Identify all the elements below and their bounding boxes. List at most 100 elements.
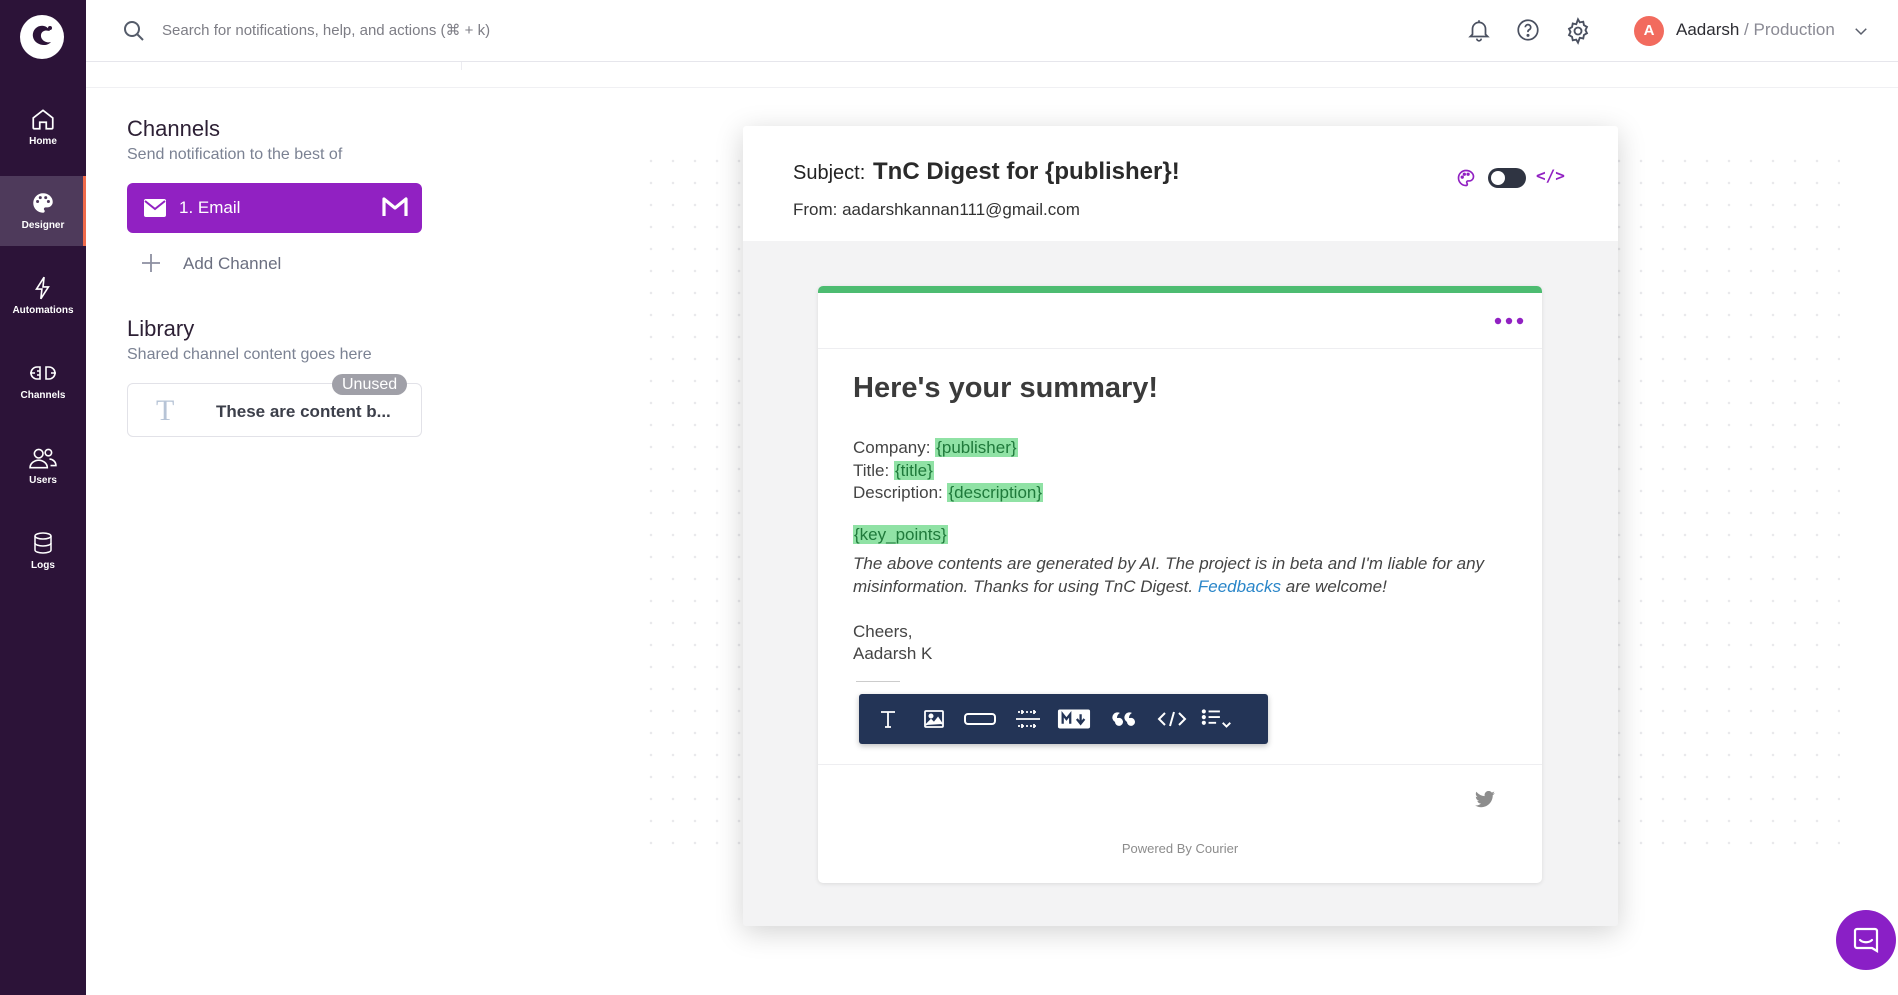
sign-off[interactable]: Cheers, [853,622,913,642]
nav-home-label: Home [29,136,57,147]
header-divider [86,87,1898,88]
environment-name: Production [1753,20,1835,39]
markdown-icon [1057,709,1091,729]
more-options-icon[interactable] [1494,316,1524,326]
divider-icon [1016,710,1040,728]
home-icon [32,109,54,130]
markdown-block-button[interactable] [1057,704,1091,734]
gear-icon[interactable] [1564,17,1592,45]
email-editor: Subject: TnC Digest for {publisher}! Fro… [743,126,1618,926]
button-block-button[interactable] [963,704,997,734]
mail-icon [144,199,166,217]
text-block-icon: T [156,394,175,427]
left-nav: Home Designer Automations Channels Users… [0,0,86,995]
nav-channels[interactable]: Channels [0,346,86,416]
quote-block-button[interactable] [1109,704,1143,734]
library-subtitle: Shared channel content goes here [127,346,372,363]
block-toolbar [859,694,1268,744]
description-label: Description: [853,483,948,502]
description-line[interactable]: Description: {description} [853,483,1044,503]
subject-label: Subject: [793,162,866,184]
company-line[interactable]: Company: {publisher} [853,438,1018,458]
description-variable: {description} [947,483,1044,502]
nav-home[interactable]: Home [0,92,86,162]
quote-icon [1112,712,1135,726]
chevron-down-icon[interactable] [1852,22,1870,40]
signature[interactable]: Aadarsh K [853,644,932,664]
brand-palette-icon[interactable] [1456,168,1476,188]
channels-subtitle: Send notification to the best of [127,146,343,163]
nav-designer-label: Designer [21,220,65,231]
nav-automations-label: Automations [12,305,74,316]
help-icon[interactable] [1515,17,1541,43]
search-input[interactable] [162,18,762,42]
divider-block-button[interactable] [1011,704,1045,734]
nav-logs-label: Logs [31,560,55,571]
top-bar: A Aadarsh / Production [86,0,1898,62]
publisher-variable: {publisher} [935,438,1018,457]
email-channel-label: 1. Email [179,198,241,217]
html-code-icon [1157,711,1187,727]
nav-users-label: Users [29,475,57,486]
plus-icon [142,254,160,272]
feedbacks-link[interactable]: Feedbacks [1198,577,1281,596]
image-block-button[interactable] [917,704,951,734]
company-label: Company: [853,438,936,457]
users-icon [29,448,57,469]
nav-users[interactable]: Users [0,431,86,501]
support-chat-button[interactable] [1836,910,1896,970]
add-channel-label: Add Channel [183,254,282,273]
code-view-toggle[interactable] [1488,168,1526,188]
title-variable: {title} [893,461,934,480]
library-card-text: These are content b... [216,402,391,421]
env-separator: / [1739,20,1754,39]
chat-icon [1853,927,1879,953]
list-chevron-icon [1201,709,1231,728]
nav-channels-label: Channels [20,390,66,401]
nav-automations[interactable]: Automations [0,261,86,331]
title-label: Title: [853,461,894,480]
nav-logs[interactable]: Logs [0,516,86,586]
card-header-divider [818,348,1542,349]
search-icon[interactable] [122,19,146,43]
signature-rule [856,681,900,682]
email-preview-card: Here's your summary! Company: {publisher… [818,286,1542,883]
disclaimer-text: The above contents are generated by AI. … [853,554,1485,596]
gmail-icon [382,197,408,216]
list-block-button[interactable] [1201,704,1235,734]
unused-badge: Unused [332,374,408,395]
disclaimer-paragraph[interactable]: The above contents are generated by AI. … [853,552,1513,598]
plug-icon [30,366,56,380]
palette-icon [33,193,53,213]
card-footer-divider [818,764,1542,765]
header-color-bar [818,286,1542,293]
twitter-icon[interactable] [1474,791,1496,809]
email-channel-button[interactable]: 1. Email [127,183,422,233]
image-icon [924,710,944,728]
button-icon [964,713,996,725]
tab-divider [461,62,462,70]
subject-value[interactable]: TnC Digest for {publisher}! [873,158,1180,186]
html-block-button[interactable] [1155,704,1189,734]
text-block-button[interactable] [871,704,905,734]
library-title: Library [127,316,195,341]
key-points-line[interactable]: {key_points} [853,525,948,545]
powered-by-footer: Powered By Courier [1121,841,1239,856]
key-points-variable: {key_points} [853,525,948,544]
editor-header: Subject: TnC Digest for {publisher}! Fro… [743,126,1618,241]
text-icon [881,711,895,728]
lightning-icon [35,276,50,300]
title-line[interactable]: Title: {title} [853,461,934,481]
avatar[interactable]: A [1634,16,1664,46]
user-name: Aadarsh [1676,20,1740,39]
from-address[interactable]: From: aadarshkannan111@gmail.com [793,200,1080,220]
channels-title: Channels [127,116,220,141]
nav-designer[interactable]: Designer [0,176,86,246]
user-environment-label[interactable]: Aadarsh / Production [1676,20,1835,40]
courier-logo-icon[interactable] [19,14,65,60]
database-icon [34,532,52,554]
email-heading[interactable]: Here's your summary! [853,372,1158,405]
code-icon[interactable]: </> [1536,166,1565,185]
bell-icon[interactable] [1466,17,1492,43]
disclaimer-end: are welcome! [1281,577,1387,596]
